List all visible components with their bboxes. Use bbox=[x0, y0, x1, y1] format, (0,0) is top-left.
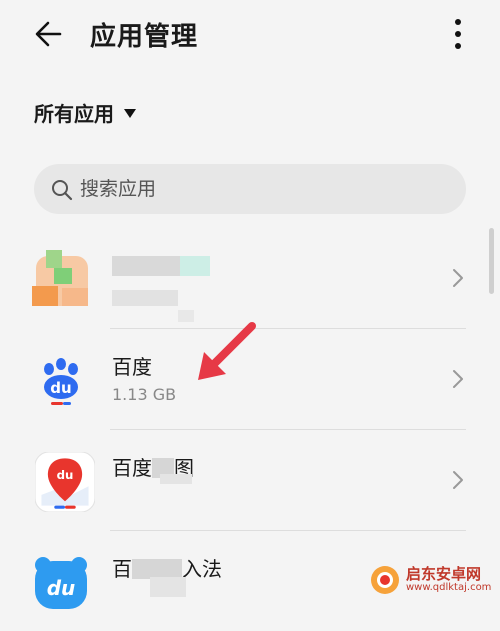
caret-down-icon bbox=[124, 109, 136, 118]
more-dot bbox=[455, 43, 461, 49]
chevron-right-icon bbox=[453, 269, 463, 287]
back-button[interactable] bbox=[30, 14, 70, 54]
app-icon-obscured bbox=[32, 286, 58, 306]
watermark-logo-icon bbox=[371, 566, 399, 594]
arrow-left-icon bbox=[35, 21, 62, 47]
app-icon bbox=[32, 250, 92, 310]
app-name-part: 百度 bbox=[112, 456, 152, 480]
app-icon-obscured bbox=[54, 268, 72, 284]
app-name-part: 入法 bbox=[182, 557, 222, 581]
chevron-right-icon bbox=[453, 370, 463, 388]
svg-text:du: du bbox=[57, 468, 74, 482]
watermark-url: www.qdlktaj.com bbox=[406, 582, 492, 593]
app-name: 百度 bbox=[112, 355, 152, 379]
baidu-input-icon: du bbox=[35, 557, 87, 609]
page-title: 应用管理 bbox=[90, 22, 199, 52]
app-list-item[interactable]: du 百度图 bbox=[0, 430, 500, 530]
more-options-button[interactable] bbox=[446, 14, 470, 54]
app-size-obscured bbox=[150, 577, 186, 597]
app-name-obscured bbox=[180, 256, 210, 276]
more-dot bbox=[455, 31, 461, 37]
app-size-obscured bbox=[160, 474, 192, 484]
app-icon-obscured bbox=[62, 288, 88, 306]
app-list-item[interactable] bbox=[0, 228, 500, 328]
app-name-obscured bbox=[132, 559, 182, 579]
watermark: 启东安卓网 www.qdlktaj.com bbox=[370, 565, 491, 595]
app-name-part: 百 bbox=[112, 557, 132, 581]
watermark-text: 启东安卓网 www.qdlktaj.com bbox=[406, 565, 492, 594]
app-icon-obscured bbox=[46, 250, 62, 268]
search-icon bbox=[52, 180, 73, 201]
app-size: 1.13 GB bbox=[112, 385, 177, 404]
filter-label: 所有应用 bbox=[34, 102, 114, 126]
app-name-obscured bbox=[112, 256, 180, 276]
search-input[interactable] bbox=[80, 164, 440, 214]
app-bar: 应用管理 bbox=[0, 0, 500, 76]
app-filter-dropdown[interactable]: 所有应用 bbox=[34, 98, 136, 127]
search-bar[interactable] bbox=[34, 164, 466, 214]
app-size-obscured bbox=[112, 290, 178, 306]
chevron-right-icon bbox=[453, 471, 463, 489]
baidu-paw-icon: du bbox=[44, 358, 78, 405]
watermark-title: 启东安卓网 bbox=[406, 565, 482, 583]
svg-text:du: du bbox=[50, 379, 71, 397]
red-arrow-icon bbox=[198, 322, 256, 380]
svg-text:du: du bbox=[47, 576, 76, 600]
more-vertical-icon bbox=[455, 19, 461, 25]
baidu-map-icon: du bbox=[35, 452, 95, 512]
